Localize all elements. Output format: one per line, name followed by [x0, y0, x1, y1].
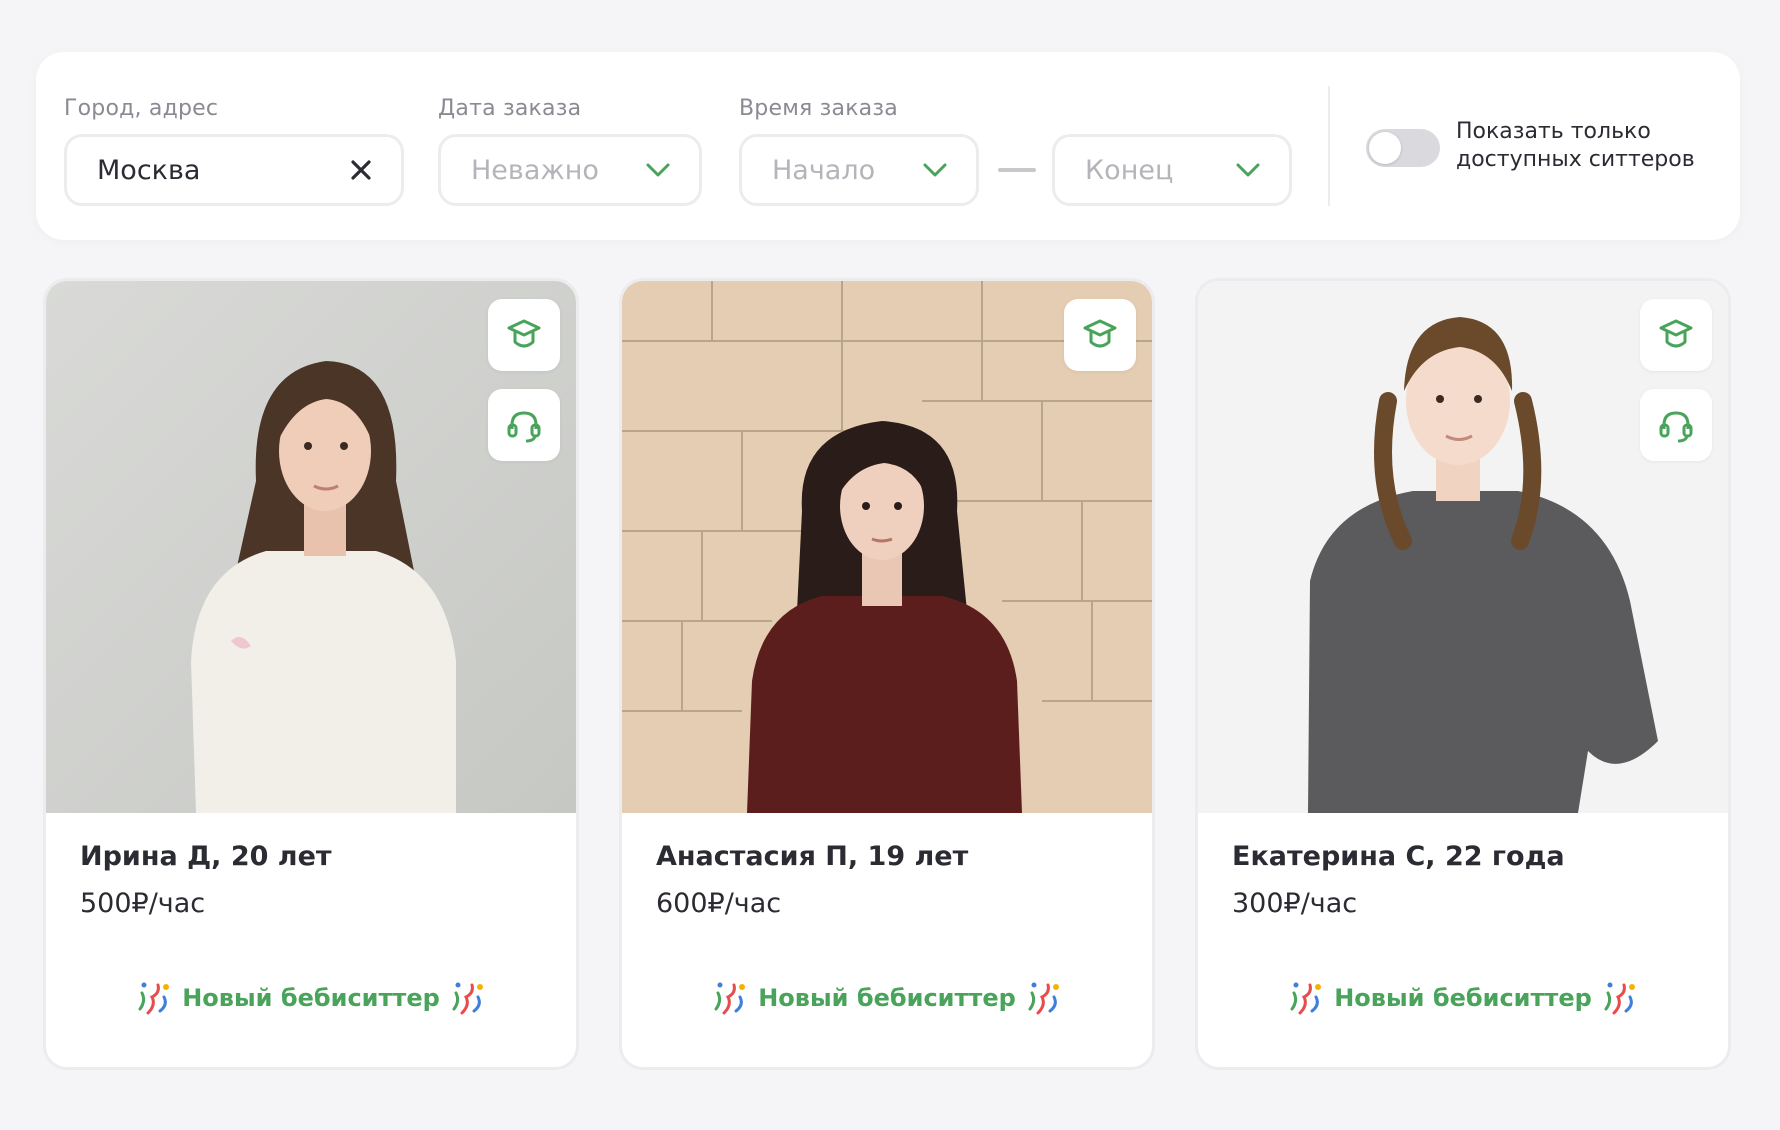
card-info: Екатерина С, 22 года 300₽/час: [1232, 841, 1565, 919]
graduation-cap-icon: [504, 315, 544, 355]
new-sitter-label: Новый бебиситтер: [1334, 984, 1592, 1012]
card-info: Ирина Д, 20 лет 500₽/час: [80, 841, 332, 919]
date-placeholder: Неважно: [471, 154, 599, 186]
new-sitter-badge: Новый бебиситтер: [1198, 979, 1728, 1017]
toggle-label-line2: доступных ситтеров: [1456, 147, 1695, 172]
card-info: Анастасия П, 19 лет 600₽/час: [656, 841, 968, 919]
confetti-icon: [1024, 979, 1064, 1017]
sitter-photo: [1198, 281, 1728, 813]
education-badge-button[interactable]: [1064, 299, 1136, 371]
date-select[interactable]: Неважно: [438, 134, 702, 206]
education-badge-button[interactable]: [1640, 299, 1712, 371]
toggle-knob: [1369, 132, 1401, 164]
headset-icon: [504, 405, 544, 445]
sitter-photo: [46, 281, 576, 813]
sitter-name: Ирина Д, 20 лет: [80, 841, 332, 872]
graduation-cap-icon: [1656, 315, 1696, 355]
confetti-icon: [448, 979, 488, 1017]
toggle-label-line1: Показать только: [1456, 119, 1651, 144]
sitter-name: Анастасия П, 19 лет: [656, 841, 969, 872]
sitter-price: 300₽/час: [1232, 888, 1358, 919]
sitter-price: 500₽/час: [80, 888, 206, 919]
confetti-icon: [710, 979, 750, 1017]
time-start-select[interactable]: Начало: [739, 134, 979, 206]
new-sitter-badge: Новый бебиситтер: [622, 979, 1152, 1017]
sitter-name: Екатерина С, 22 года: [1232, 841, 1565, 872]
graduation-cap-icon: [1080, 315, 1120, 355]
sitter-card[interactable]: Екатерина С, 22 года 300₽/час Новый беби…: [1195, 278, 1731, 1070]
new-sitter-badge: Новый бебиситтер: [46, 979, 576, 1017]
chevron-down-icon: [645, 162, 671, 178]
confetti-icon: [1600, 979, 1640, 1017]
city-label: Город, адрес: [64, 96, 219, 121]
filter-bar: Город, адрес Москва Дата заказа Неважно …: [36, 52, 1740, 240]
sitter-card[interactable]: Ирина Д, 20 лет 500₽/час Новый бебиситте…: [43, 278, 579, 1070]
time-label: Время заказа: [739, 96, 898, 121]
time-range-dash: [998, 168, 1036, 172]
support-badge-button[interactable]: [1640, 389, 1712, 461]
toggle-label: Показать только доступных ситтеров: [1456, 118, 1716, 174]
filter-divider: [1328, 86, 1330, 206]
new-sitter-label: Новый бебиситтер: [758, 984, 1016, 1012]
time-end-select[interactable]: Конец: [1052, 134, 1292, 206]
time-end-placeholder: Конец: [1085, 154, 1174, 186]
sitter-photo: [622, 281, 1152, 813]
clear-icon[interactable]: [349, 158, 373, 182]
chevron-down-icon: [1235, 162, 1261, 178]
confetti-icon: [134, 979, 174, 1017]
education-badge-button[interactable]: [488, 299, 560, 371]
new-sitter-label: Новый бебиситтер: [182, 984, 440, 1012]
time-start-placeholder: Начало: [772, 154, 876, 186]
available-only-toggle[interactable]: [1366, 129, 1440, 167]
date-label: Дата заказа: [438, 96, 582, 121]
sitter-card[interactable]: Анастасия П, 19 лет 600₽/час Новый бебис…: [619, 278, 1155, 1070]
city-value: Москва: [97, 154, 201, 186]
headset-icon: [1656, 405, 1696, 445]
city-input[interactable]: Москва: [64, 134, 404, 206]
support-badge-button[interactable]: [488, 389, 560, 461]
chevron-down-icon: [922, 162, 948, 178]
confetti-icon: [1286, 979, 1326, 1017]
sitter-price: 600₽/час: [656, 888, 782, 919]
